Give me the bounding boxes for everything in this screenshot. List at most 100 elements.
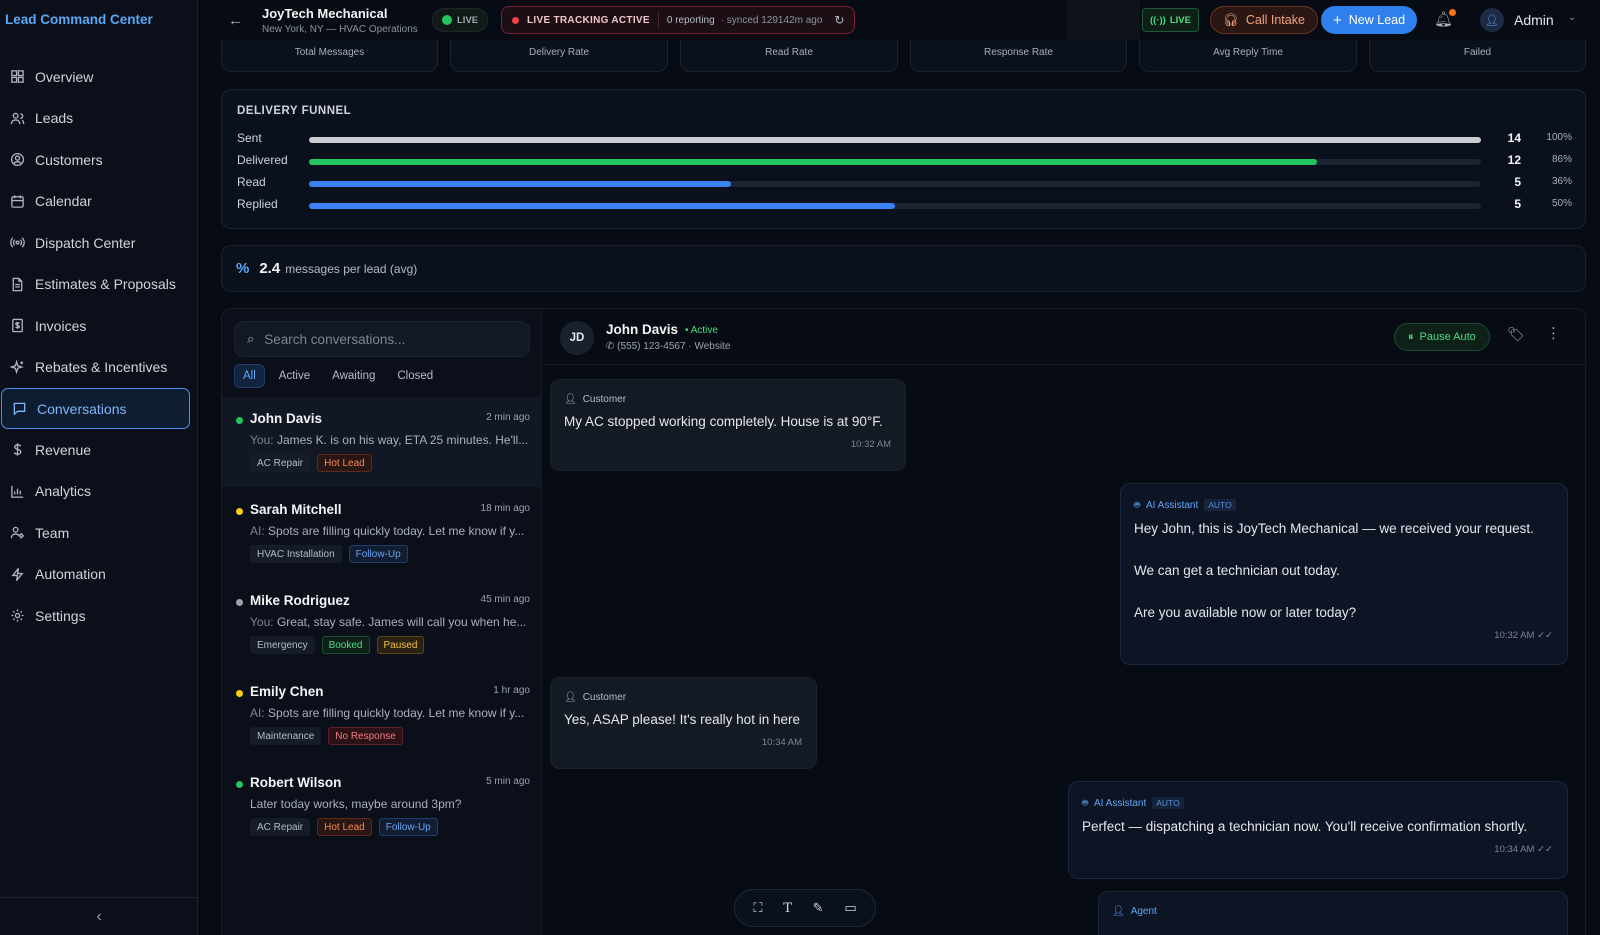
- text-icon[interactable]: T: [783, 901, 792, 916]
- conversation-list-item[interactable]: Mike Rodriguez 45 min ago You: Great, stay…: [222, 579, 542, 669]
- sidebar-item-estimates-proposals[interactable]: Estimates & Proposals: [0, 264, 198, 306]
- filter-all[interactable]: All: [234, 364, 265, 388]
- chevron-left-icon: ‹: [96, 907, 102, 925]
- sidebar-item-leads[interactable]: Leads: [0, 98, 198, 140]
- sidebar-item-label: Revenue: [35, 441, 92, 458]
- pause-auto-button[interactable]: ⏸︎ Pause Auto: [1394, 323, 1490, 351]
- messages-per-lead-card: % 2.4 messages per lead (avg): [221, 245, 1586, 292]
- sidebar-item-dispatch-center[interactable]: Dispatch Center: [0, 222, 198, 264]
- message-text: Perfect — dispatching a technician now. …: [1082, 819, 1528, 834]
- sidebar-item-analytics[interactable]: Analytics: [0, 471, 198, 513]
- sidebar-item-overview[interactable]: Overview: [0, 56, 198, 98]
- notification-dot: [1449, 9, 1457, 16]
- robot-icon: 🤖︎: [1134, 500, 1140, 511]
- comment-icon[interactable]: ▭: [844, 900, 856, 916]
- funnel-row-sent: Sent 14 100%: [237, 130, 1572, 148]
- message-time: 5 min ago: [486, 776, 530, 787]
- notifications-bell-icon[interactable]: 🔔︎: [1434, 9, 1457, 28]
- admin-user-menu[interactable]: Admin: [1514, 12, 1554, 28]
- avatar[interactable]: 👤︎: [1480, 8, 1504, 32]
- tag-badge: Hot Lead: [317, 818, 372, 836]
- sidebar: Lead Command Center Overview Leads Custo…: [0, 0, 198, 935]
- conversation-list-item[interactable]: Sarah Mitchell 18 min ago AI: Spots are fi…: [222, 488, 542, 578]
- sidebar-item-label: Analytics: [35, 483, 92, 500]
- filter-active[interactable]: Active: [271, 364, 318, 388]
- bolt-icon: [10, 567, 25, 582]
- stat-card-delivery-rate: Delivery Rate: [450, 40, 668, 72]
- message-time: 10:32 AM: [850, 438, 891, 450]
- sidebar-item-conversations[interactable]: Conversations: [1, 388, 190, 429]
- sidebar-item-invoices[interactable]: Invoices: [0, 305, 198, 347]
- delivery-funnel: DELIVERY FUNNEL Sent 14 100% Delivered 1…: [221, 89, 1586, 229]
- funnel-bar: [309, 137, 1481, 143]
- message-bubble-agent: 👤︎ Agent: [1098, 891, 1568, 935]
- preview-prefix: You:: [250, 433, 274, 447]
- users-icon: [10, 111, 25, 126]
- tag-icon[interactable]: 🏷︎: [1507, 326, 1525, 343]
- new-lead-label: New Lead: [1348, 13, 1406, 27]
- collapse-sidebar-button[interactable]: ‹: [0, 897, 198, 935]
- message-sender: 👤︎ Customer: [564, 394, 891, 405]
- back-arrow-icon[interactable]: ←: [228, 12, 243, 29]
- filter-awaiting[interactable]: Awaiting: [324, 364, 383, 388]
- funnel-label: Delivered: [237, 153, 288, 167]
- message-bubble-ai: 🤖︎ AI Assistant AUTO Perfect — dispatching…: [1068, 781, 1568, 879]
- funnel-percent: 50%: [1551, 198, 1572, 209]
- sidebar-item-automation[interactable]: Automation: [0, 554, 198, 596]
- message-preview: You: James K. is on his way, ETA 25 minu…: [250, 433, 530, 447]
- user-icon: 👤︎: [564, 394, 577, 405]
- sidebar-item-team[interactable]: Team: [0, 512, 198, 554]
- user-icon: 👤︎: [1485, 14, 1499, 27]
- live-broadcast-badge[interactable]: ((·)) LIVE: [1142, 8, 1199, 32]
- receipt-icon: [10, 318, 25, 333]
- search-input[interactable]: [264, 331, 505, 347]
- funnel-row-read: Read 5 36%: [237, 174, 1572, 192]
- pen-icon[interactable]: ✎: [813, 900, 824, 916]
- sidebar-item-label: Customers: [35, 151, 103, 168]
- message-time: 45 min ago: [480, 594, 530, 605]
- chevron-down-icon[interactable]: ⌄: [1568, 12, 1576, 23]
- contact-name: Sarah Mitchell: [250, 502, 342, 517]
- tag-list: Emergency Booked Paused: [250, 636, 431, 654]
- stat-card-total-messages: Total Messages: [221, 40, 438, 72]
- search-box: ⌕: [234, 321, 530, 357]
- phone-icon: ✆: [606, 341, 618, 352]
- message-sender: 🤖︎ AI Assistant AUTO: [1082, 796, 1553, 810]
- refresh-icon[interactable]: ↻: [834, 13, 844, 27]
- preview-text: Spots are filling quickly today. Let me …: [268, 524, 525, 538]
- tag-badge: Follow-Up: [378, 818, 438, 836]
- stat-card-failed: Failed: [1369, 40, 1586, 72]
- tag-badge: AC Repair: [250, 818, 311, 836]
- message-time: 1 hr ago: [493, 685, 530, 696]
- call-intake-button[interactable]: 🎧︎ Call Intake: [1210, 6, 1318, 34]
- status-dot: [236, 781, 243, 788]
- message-time: 10:34 AM: [761, 736, 802, 748]
- conversation-list-item[interactable]: John Davis 2 min ago You: James K. is on h…: [222, 397, 542, 487]
- conversation-list-item[interactable]: Robert Wilson 5 min ago Later today works,…: [222, 761, 542, 851]
- contact-name: Emily Chen: [250, 684, 324, 699]
- sidebar-item-revenue[interactable]: Revenue: [0, 429, 198, 471]
- funnel-track: [309, 181, 1481, 187]
- sidebar-item-calendar[interactable]: Calendar: [0, 181, 198, 223]
- tag-list: HVAC Installation Follow-Up: [250, 545, 415, 563]
- funnel-percent: 100%: [1546, 132, 1572, 143]
- message-preview: You: Great, stay safe. James will call y…: [250, 615, 530, 629]
- new-lead-button[interactable]: + New Lead: [1321, 6, 1418, 34]
- user-icon: 👤︎: [564, 692, 577, 703]
- sender-label: AI Assistant: [1146, 499, 1199, 511]
- screenshot-icon[interactable]: ⛶: [753, 900, 762, 916]
- status-dot: [236, 690, 243, 697]
- divider: [657, 12, 659, 28]
- sender-label: Agent: [1130, 906, 1157, 917]
- sidebar-item-rebates-incentives[interactable]: Rebates & Incentives: [0, 347, 198, 389]
- contact-details: ✆ (555) 123-4567 · Website: [606, 341, 730, 352]
- sidebar-item-settings[interactable]: Settings: [0, 595, 198, 637]
- sparkle-icon: [10, 359, 25, 375]
- conversation-list-item[interactable]: Emily Chen 1 hr ago AI: Spots are filling …: [222, 670, 542, 760]
- sidebar-item-customers[interactable]: Customers: [0, 139, 198, 181]
- sender-label: Customer: [582, 692, 627, 703]
- filter-closed[interactable]: Closed: [389, 364, 441, 388]
- more-vertical-icon[interactable]: ⋮: [1546, 324, 1561, 342]
- tag-badge: Paused: [376, 636, 425, 654]
- message-time: 2 min ago: [486, 412, 530, 423]
